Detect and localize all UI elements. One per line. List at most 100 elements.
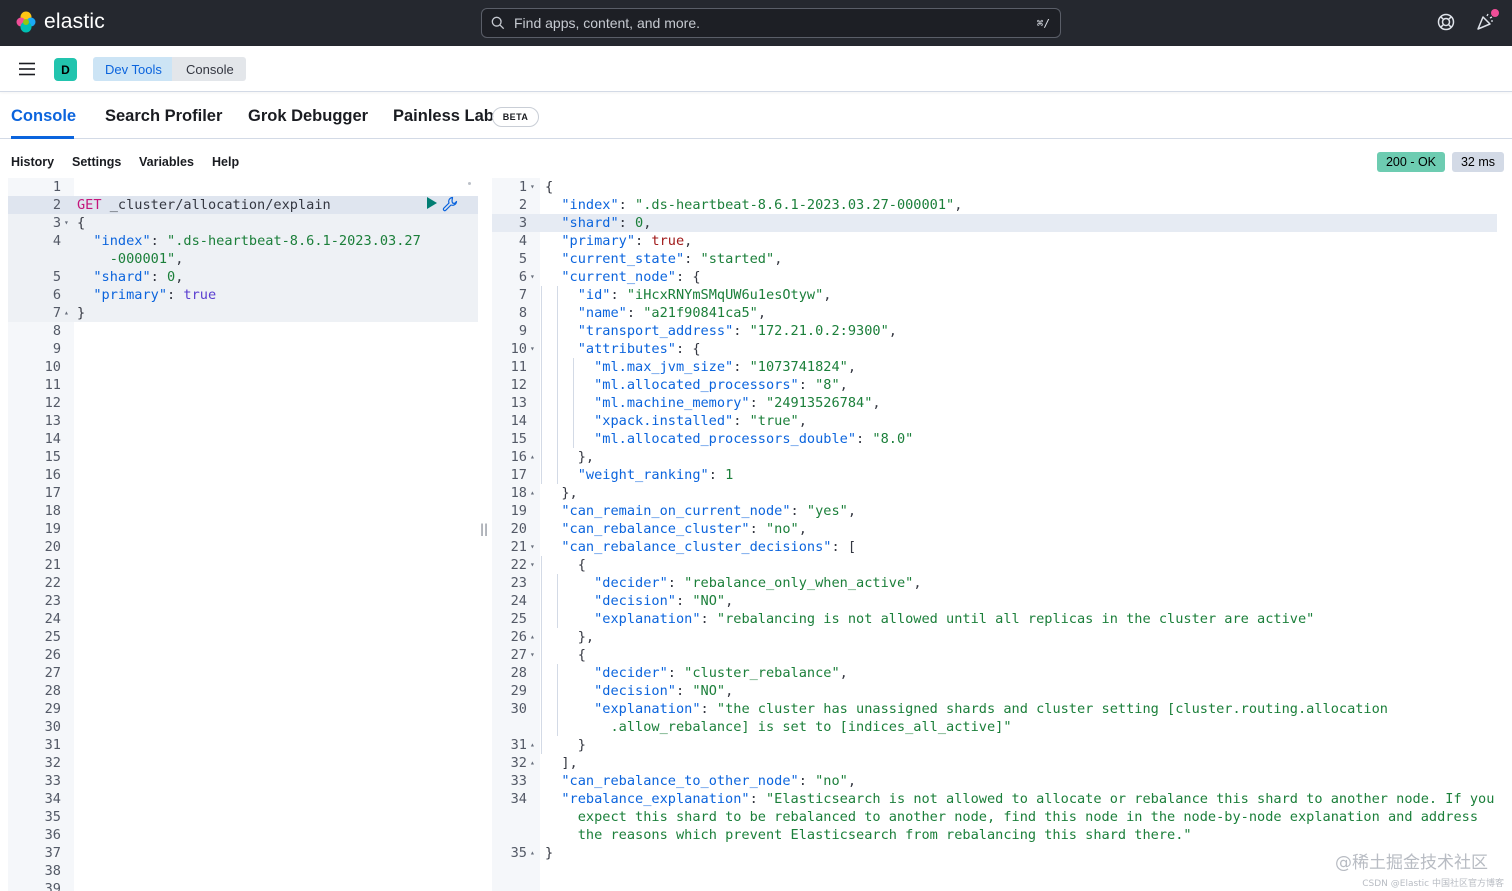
fold-toggle-icon[interactable]: ▴ (530, 844, 535, 862)
line-number: 34 (510, 791, 527, 807)
search-shortcut: ⌘/ (1036, 16, 1050, 30)
response-line: "can_rebalance_cluster": "no", (561, 521, 807, 537)
menu-toggle-button[interactable] (18, 60, 36, 78)
fold-toggle-icon[interactable]: ▴ (530, 754, 535, 772)
send-request-button[interactable] (426, 196, 438, 214)
settings-button[interactable]: Settings (72, 155, 121, 169)
response-line: "rebalance_explanation": "Elasticsearch … (561, 791, 1495, 807)
line-number: 38 (44, 863, 61, 879)
pane-resize-handle[interactable]: || (480, 522, 488, 536)
active-tab-indicator (11, 136, 74, 139)
line-number: 19 (510, 503, 527, 519)
line-number: 22 (510, 557, 527, 573)
fold-toggle-icon[interactable]: ▾ (530, 556, 535, 574)
global-search[interactable]: ⌘/ (481, 8, 1061, 38)
line-number: 31 (44, 737, 61, 753)
response-line: "primary": true, (561, 233, 693, 249)
breadcrumb-console: Console (172, 57, 246, 81)
response-line: "xpack.installed": "true", (594, 413, 807, 429)
hamburger-icon (19, 62, 35, 76)
request-line: "shard": 0, (93, 269, 184, 285)
line-number: 7 (52, 305, 61, 321)
fold-toggle-icon[interactable]: ▴ (530, 736, 535, 754)
news-feed-icon[interactable] (1475, 9, 1499, 34)
response-line: "current_node": { (561, 269, 701, 285)
tab-painless-lab[interactable]: Painless Lab (393, 107, 494, 126)
tab-grok-debugger[interactable]: Grok Debugger (248, 107, 368, 126)
line-number: 25 (44, 629, 61, 645)
breadcrumb-bar: D Dev Tools Console (0, 46, 1512, 92)
response-line: "id": "iHcxRNYmSMqUW6u1esOtyw", (577, 287, 832, 303)
line-number: 16 (510, 449, 527, 465)
response-line: { (545, 557, 586, 573)
watermark: @稀土掘金技术社区 (1335, 853, 1488, 873)
response-line: "decider": "rebalance_only_when_active", (594, 575, 922, 591)
response-line: "weight_ranking": 1 (577, 467, 734, 483)
line-number: 29 (44, 701, 61, 717)
response-line: "can_rebalance_cluster_decisions": [ (561, 539, 857, 555)
request-editor[interactable]: 1 2 3 ▾ 4 5 6 7 ▴ 8 9 10 11 12 13 14 15 16 17 18 19 20 21 22 23 2… (8, 178, 478, 891)
line-number: 6 (52, 287, 61, 303)
beta-badge: BETA (492, 107, 539, 127)
help-icon[interactable] (1436, 12, 1458, 34)
breadcrumb-dev-tools[interactable]: Dev Tools (93, 57, 182, 81)
fold-toggle-icon[interactable]: ▴ (64, 304, 69, 322)
response-line: "explanation": "the cluster has unassign… (594, 701, 1388, 717)
history-button[interactable]: History (11, 155, 54, 169)
response-line: "decider": "cluster_rebalance", (594, 665, 848, 681)
elastic-logo-icon (14, 10, 38, 34)
fold-toggle-icon[interactable]: ▾ (530, 340, 535, 358)
indent-guide (541, 556, 542, 754)
line-number: 27 (44, 665, 61, 681)
line-number: 21 (44, 557, 61, 573)
line-number: 3 (52, 215, 61, 231)
fold-toggle-icon[interactable]: ▾ (530, 538, 535, 556)
line-number: 15 (510, 431, 527, 447)
line-number: 32 (510, 755, 527, 771)
line-number: 23 (44, 593, 61, 609)
response-line: }, (545, 629, 595, 645)
response-line: "attributes": { (577, 341, 701, 357)
request-actions-button[interactable] (442, 196, 458, 216)
line-number: 1 (52, 179, 61, 195)
brand-name: elastic (44, 10, 105, 33)
request-line: GET _cluster/allocation/explain (77, 196, 331, 214)
response-line: the reasons which prevent Elasticsearch … (577, 827, 1192, 843)
space-avatar[interactable]: D (54, 58, 77, 81)
line-number: 35 (44, 809, 61, 825)
line-number: 20 (510, 521, 527, 537)
line-number: 10 (44, 359, 61, 375)
variables-button[interactable]: Variables (139, 155, 194, 169)
help-button[interactable]: Help (212, 155, 239, 169)
line-number: 6 (518, 269, 527, 285)
fold-toggle-icon[interactable]: ▴ (530, 628, 535, 646)
search-input[interactable] (514, 15, 1037, 31)
line-number: 37 (44, 845, 61, 861)
fold-toggle-icon[interactable]: ▾ (530, 646, 535, 664)
notification-dot (1491, 9, 1499, 17)
fold-toggle-icon[interactable]: ▾ (64, 214, 69, 232)
request-path: _cluster/allocation/explain (101, 197, 331, 213)
tab-console[interactable]: Console (11, 107, 76, 126)
response-line: } (545, 845, 554, 861)
response-line: "shard": 0, (561, 215, 652, 231)
indent-guide (573, 358, 574, 448)
elastic-logo[interactable]: elastic (14, 10, 105, 34)
fold-toggle-icon[interactable]: ▴ (530, 484, 535, 502)
response-line: "ml.max_jvm_size": "1073741824", (594, 359, 857, 375)
response-line: "ml.machine_memory": "24913526784", (594, 395, 881, 411)
line-number: 14 (44, 431, 61, 447)
line-number: 9 (518, 323, 527, 339)
line-number: 19 (44, 521, 61, 537)
line-number: 31 (510, 737, 527, 753)
line-number: 8 (518, 305, 527, 321)
response-editor[interactable]: 1 ▾{2 "index": ".ds-heartbeat-8.6.1-2023.… (492, 178, 1512, 891)
line-number: 18 (44, 503, 61, 519)
fold-toggle-icon[interactable]: ▴ (530, 448, 535, 466)
tab-search-profiler[interactable]: Search Profiler (105, 107, 222, 126)
wrench-icon (442, 196, 458, 212)
fold-toggle-icon[interactable]: ▾ (530, 268, 535, 286)
line-number: 28 (44, 683, 61, 699)
response-line: ], (545, 755, 578, 771)
fold-toggle-icon[interactable]: ▾ (530, 178, 535, 196)
